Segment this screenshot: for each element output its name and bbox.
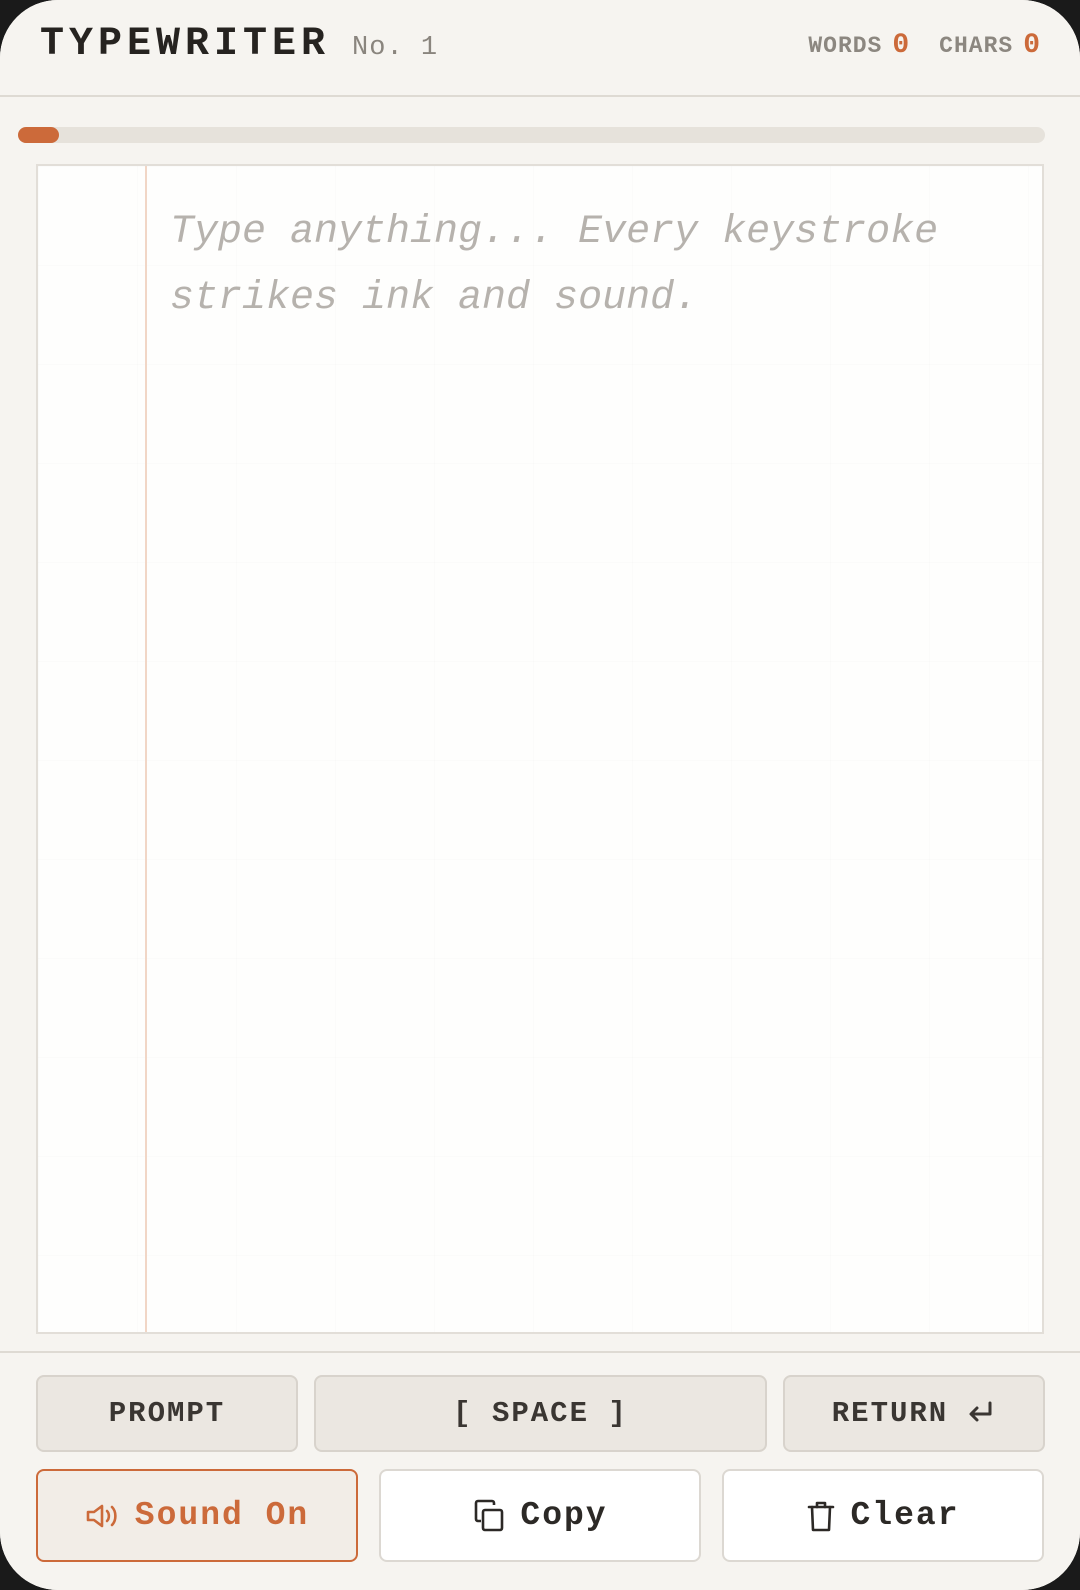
speaker-icon	[85, 1501, 121, 1531]
typing-area[interactable]	[170, 200, 1030, 1300]
copy-icon	[472, 1499, 506, 1533]
margin-line	[145, 166, 147, 1332]
prompt-key[interactable]: PROMPT	[36, 1375, 298, 1452]
space-key-label: [ SPACE ]	[453, 1397, 628, 1430]
app-header: TYPEWRITER No. 1 WORDS 0 CHARS 0	[0, 0, 1080, 97]
stats: WORDS 0 CHARS 0	[808, 30, 1040, 61]
app-title: TYPEWRITER	[40, 22, 331, 67]
prompt-key-label: PROMPT	[108, 1397, 226, 1430]
return-arrow-icon	[966, 1400, 996, 1428]
chars-value: 0	[1023, 30, 1040, 61]
sound-toggle-button[interactable]: Sound On	[36, 1469, 358, 1562]
sound-label: Sound On	[134, 1497, 310, 1534]
brand: TYPEWRITER No. 1	[40, 22, 438, 67]
paper-sheet	[36, 164, 1044, 1334]
clear-button[interactable]: Clear	[722, 1469, 1044, 1562]
progress-bar	[18, 127, 1045, 143]
return-key-label: RETURN	[831, 1397, 949, 1430]
return-key[interactable]: RETURN	[783, 1375, 1045, 1452]
char-count: CHARS 0	[939, 30, 1040, 61]
words-value: 0	[892, 30, 910, 61]
words-label: WORDS	[808, 33, 883, 59]
word-count: WORDS 0	[808, 30, 909, 61]
app-subtitle: No. 1	[352, 33, 439, 63]
space-key[interactable]: [ SPACE ]	[314, 1375, 767, 1452]
typewriter-app: TYPEWRITER No. 1 WORDS 0 CHARS 0 PROMPT …	[0, 0, 1080, 1590]
progress-fill	[18, 127, 60, 143]
copy-button[interactable]: Copy	[379, 1469, 701, 1562]
copy-label: Copy	[520, 1497, 608, 1534]
trash-icon	[806, 1499, 836, 1533]
chars-label: CHARS	[939, 33, 1014, 59]
controls-panel: PROMPT [ SPACE ] RETURN Sound On Copy Cl…	[0, 1351, 1080, 1590]
clear-label: Clear	[850, 1497, 960, 1534]
